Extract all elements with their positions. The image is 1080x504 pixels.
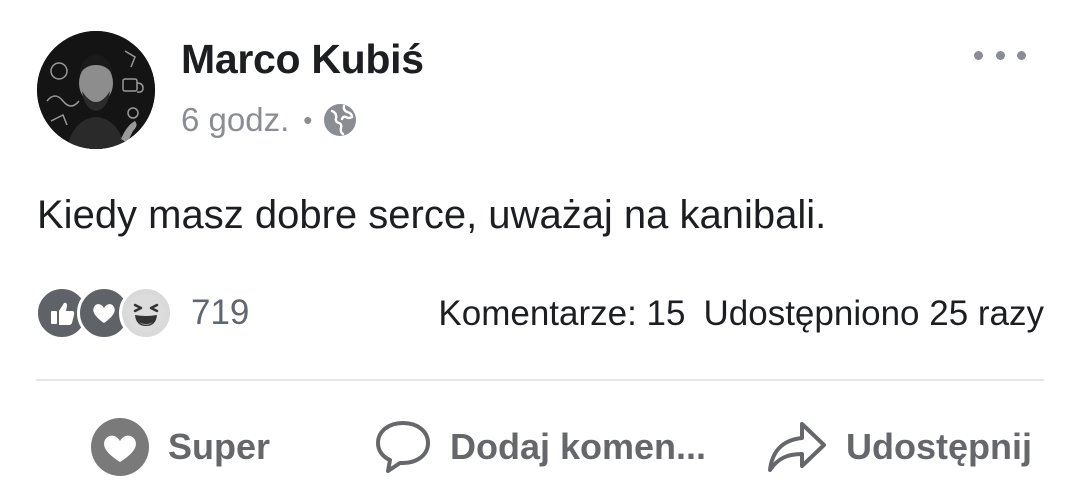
share-arrow-icon — [768, 422, 826, 472]
post-text: Kiedy masz dobre serce, uważaj na kaniba… — [37, 193, 827, 237]
author-name[interactable]: Marco Kubiś — [181, 36, 424, 83]
comment-label: Dodaj komen... — [450, 426, 707, 467]
dot-icon — [995, 50, 1005, 60]
react-label: Super — [168, 426, 271, 467]
heart-icon — [91, 418, 149, 476]
reactions-summary[interactable]: 719 — [35, 286, 249, 340]
post-stats: Komentarze: 15 Udostępniono 25 razy — [438, 294, 1044, 334]
meta-separator: • — [303, 104, 313, 135]
comments-count[interactable]: Komentarze: 15 — [438, 294, 685, 334]
share-label: Udostępnij — [846, 426, 1032, 467]
shares-count[interactable]: Udostępniono 25 razy — [704, 294, 1045, 334]
dot-icon — [974, 50, 983, 60]
divider — [36, 379, 1044, 381]
globe-icon[interactable] — [322, 102, 358, 138]
post-time[interactable]: 6 godz. — [181, 101, 289, 139]
more-options-button[interactable] — [974, 45, 1026, 65]
author-avatar[interactable] — [37, 31, 155, 149]
reaction-count: 719 — [191, 293, 250, 332]
dot-icon — [1017, 50, 1026, 60]
comment-icon — [376, 421, 430, 473]
post-meta: 6 godz. • — [181, 101, 358, 139]
react-button[interactable]: Super — [90, 418, 270, 476]
haha-icon — [119, 286, 173, 340]
avatar-photo — [37, 31, 155, 149]
share-button[interactable]: Udostępnij — [766, 418, 1032, 476]
comment-button[interactable]: Dodaj komen... — [374, 418, 706, 476]
